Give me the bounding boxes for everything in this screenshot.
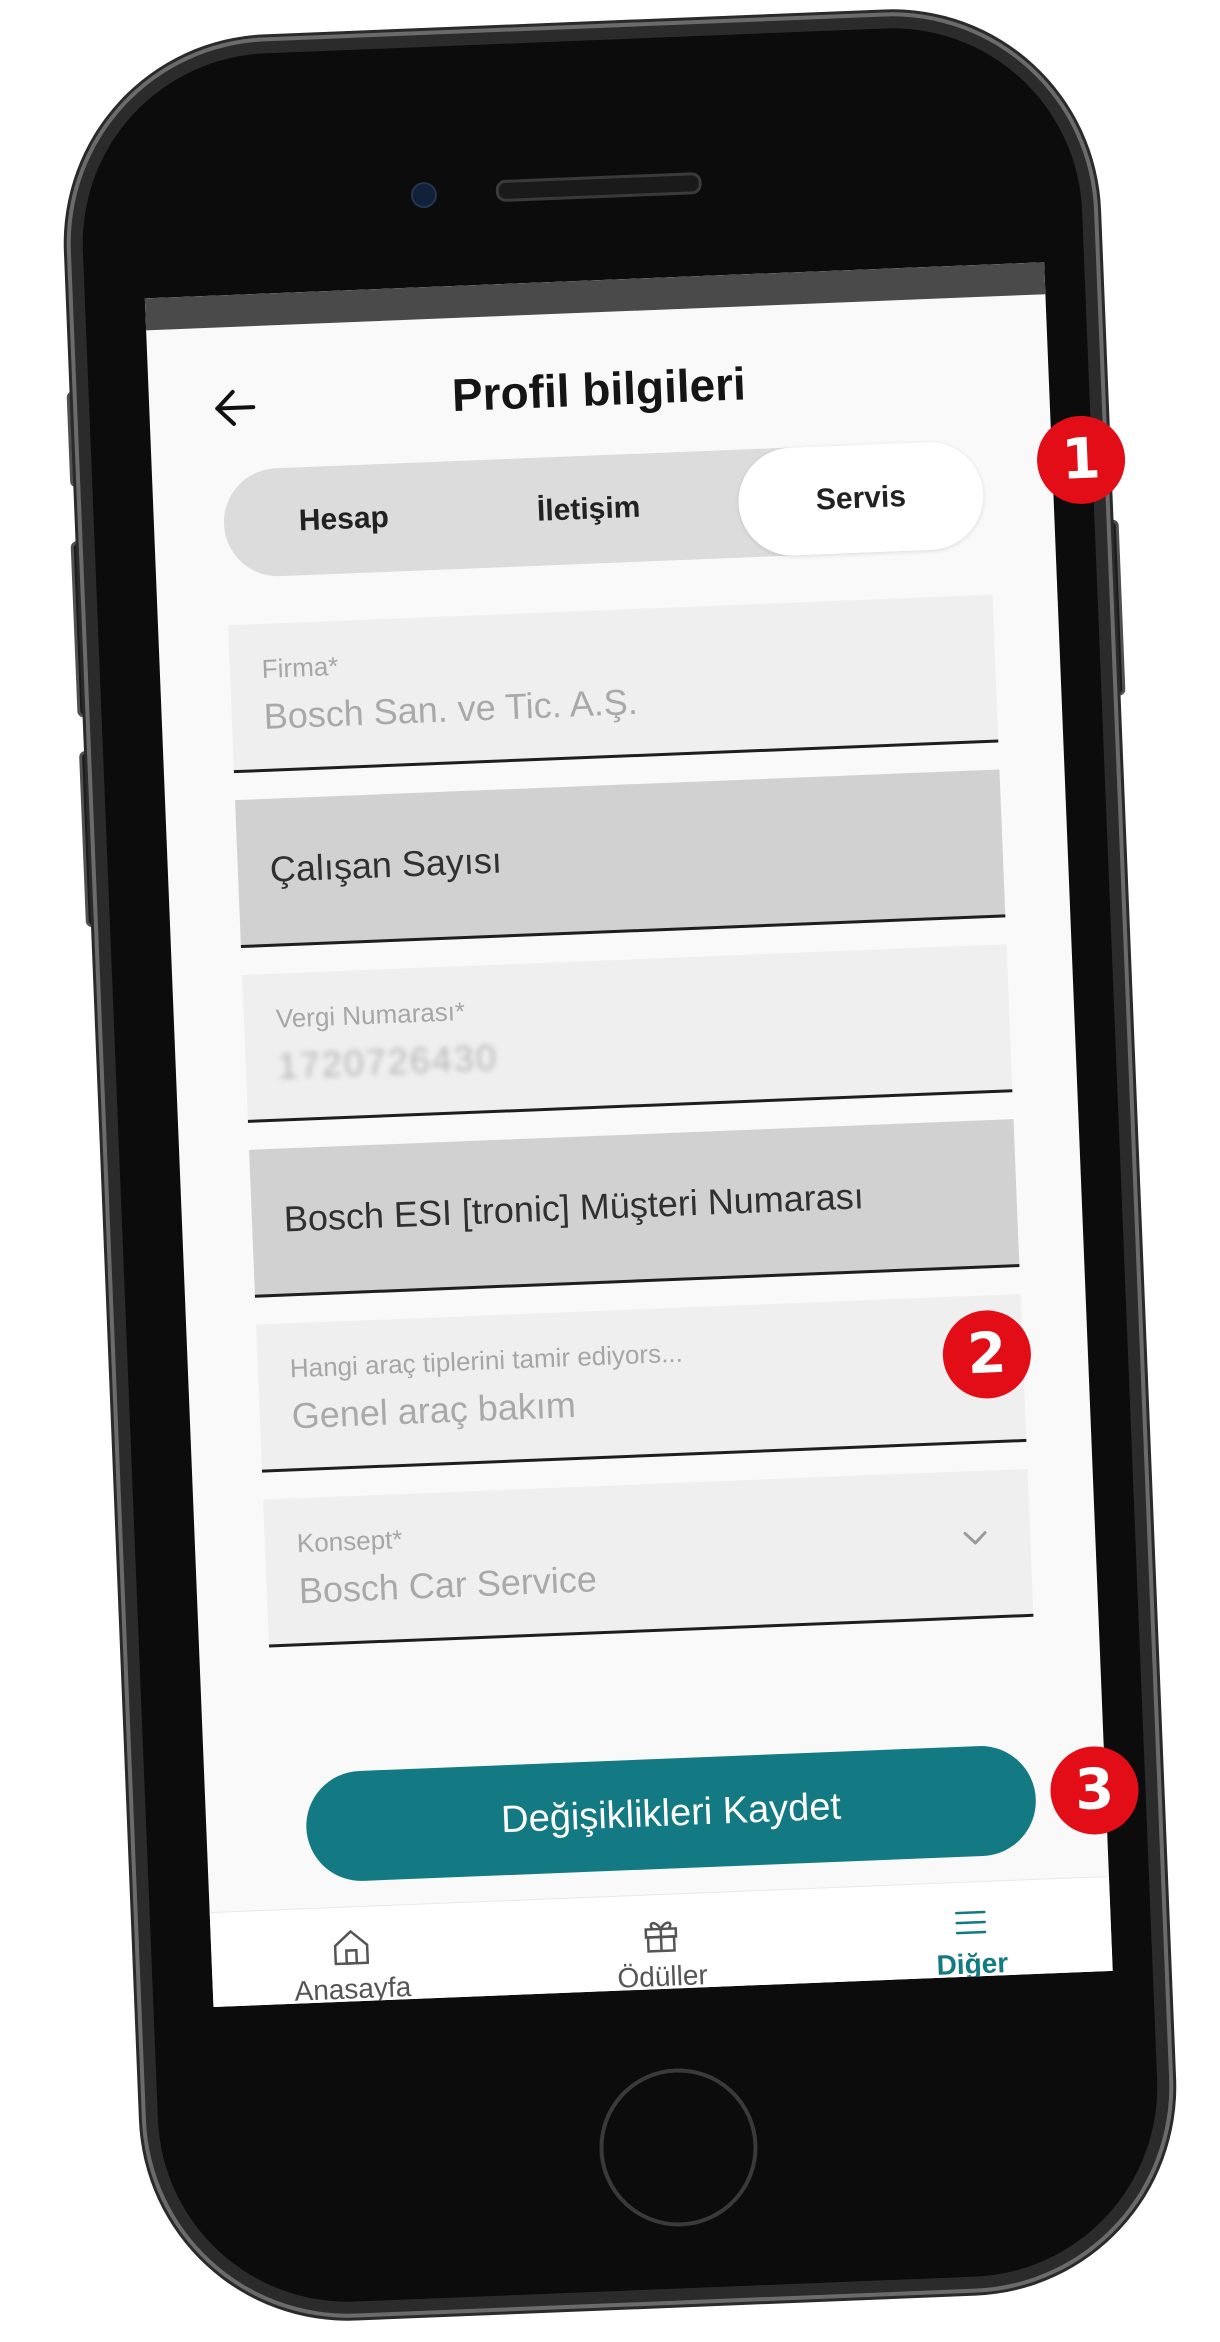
app-screen: Profil bilgileri Hesap İletişim Servis F… [144, 262, 1113, 2007]
tab-iletisim[interactable]: İletişim [457, 451, 721, 569]
konsept-select[interactable]: Konsept* Bosch Car Service [263, 1468, 1034, 1648]
nav-item-diger[interactable]: Diğer [870, 1897, 1073, 1985]
vergi-numarasi-value: 1720726430 [276, 1036, 499, 1087]
page-title: Profil bilgileri [450, 357, 747, 422]
nav-item-oduller[interactable]: Ödüller [560, 1909, 763, 1997]
firma-label: Firma* [261, 650, 339, 684]
save-changes-button[interactable]: Değişiklikleri Kaydet [304, 1743, 1038, 1884]
esi-musteri-numarasi-field[interactable]: Bosch ESI [tronic] Müşteri Numarası [249, 1119, 1020, 1298]
chevron-down-icon [963, 1531, 987, 1545]
stage: Profil bilgileri Hesap İletişim Servis F… [0, 0, 1220, 2342]
tab-servis[interactable]: Servis [736, 439, 986, 558]
esi-musteri-numarasi-placeholder: Bosch ESI [tronic] Müşteri Numarası [283, 1175, 865, 1240]
mute-switch [66, 390, 91, 488]
firma-value: Bosch San. ve Tic. A.Ş. [262, 680, 639, 737]
arac-tipleri-value: Genel araç bakım [290, 1383, 577, 1437]
phone-device: Profil bilgileri Hesap İletişim Servis F… [66, 20, 1165, 2310]
konsept-value: Bosch Car Service [298, 1558, 598, 1612]
gift-icon [644, 1921, 678, 1953]
power-button [1096, 519, 1126, 697]
home-icon [333, 1930, 370, 1966]
vergi-numarasi-field[interactable]: Vergi Numarası* 1720726430 [242, 944, 1013, 1123]
calisan-sayisi-field[interactable]: Çalışan Sayısı [235, 769, 1006, 949]
calisan-sayisi-placeholder: Çalışan Sayısı [269, 839, 503, 890]
arac-tipleri-label: Hangi araç tiplerini tamir ediyors... [289, 1337, 684, 1384]
arac-tipleri-select[interactable]: Hangi araç tiplerini tamir ediyors... Ge… [256, 1294, 1027, 1473]
konsept-label: Konsept* [296, 1524, 403, 1559]
menu-icon [955, 1910, 987, 1935]
nav-item-anasayfa[interactable]: Anasayfa [250, 1921, 453, 2007]
firma-field[interactable]: Firma* Bosch San. ve Tic. A.Ş. [228, 594, 999, 774]
tab-hesap[interactable]: Hesap [222, 461, 466, 579]
vergi-numarasi-label: Vergi Numarası* [275, 996, 466, 1034]
